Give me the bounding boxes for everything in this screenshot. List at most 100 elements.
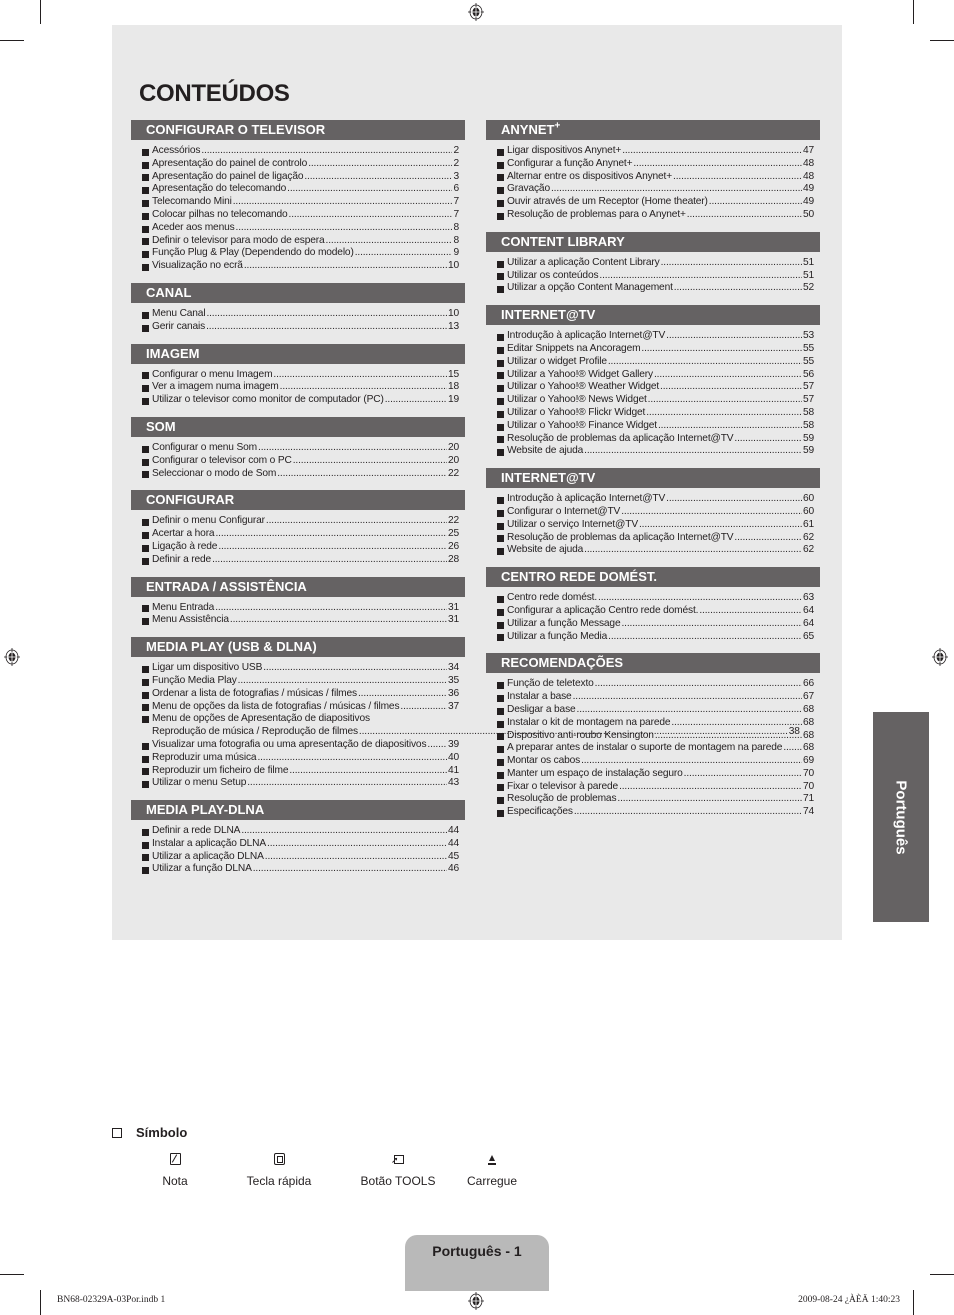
leader-dots bbox=[206, 321, 447, 334]
toc-entry-page: 65 bbox=[802, 630, 814, 642]
toc-entry[interactable]: Introdução à aplicação Internet@TV 53 bbox=[497, 330, 814, 343]
toc-entry-page: 6 bbox=[453, 183, 459, 195]
toc-entry[interactable]: Utilizar o Yahoo!® Flickr Widget 58 bbox=[497, 407, 814, 420]
toc-entry[interactable]: Ligação à rede 26 bbox=[142, 541, 459, 554]
toc-entry[interactable]: Definir o televisor para modo de espera 8 bbox=[142, 235, 459, 248]
toc-entry[interactable]: Visualização no ecrã 10 bbox=[142, 260, 459, 273]
toc-entry[interactable]: Resolução de problemas 71 bbox=[497, 793, 814, 806]
toc-entry[interactable]: Menu de opções da lista de fotografias /… bbox=[142, 701, 459, 714]
toc-entry[interactable]: Utilizar o serviço Internet@TV 61 bbox=[497, 519, 814, 532]
toc-entry[interactable]: Utilizar a aplicação DLNA 45 bbox=[142, 851, 459, 864]
toc-entry[interactable]: Seleccionar o modo de Som 22 bbox=[142, 468, 459, 481]
toc-entry[interactable]: Editar Snippets na Ancoragem 55 bbox=[497, 343, 814, 356]
toc-entry[interactable]: Utilizar o widget Profile 55 bbox=[497, 356, 814, 369]
leader-dots bbox=[622, 145, 802, 158]
toc-entry[interactable]: Ligar dispositivos Anynet+ 47 bbox=[497, 145, 814, 158]
toc-entry[interactable]: Resolução de problemas da aplicação Inte… bbox=[497, 532, 814, 545]
toc-entry[interactable]: Menu Assistência 31 bbox=[142, 614, 459, 627]
square-bullet-icon bbox=[142, 324, 149, 332]
toc-entry-label: Função Plug & Play (Dependendo do modelo… bbox=[152, 247, 354, 259]
toc-entry[interactable]: Centro rede domést. 63 bbox=[497, 592, 814, 605]
toc-entry[interactable]: Aceder aos menus 8 bbox=[142, 222, 459, 235]
toc-entry[interactable]: Ouvir através de um Receptor (Home theat… bbox=[497, 196, 814, 209]
toc-entry-page: 44 bbox=[447, 825, 459, 837]
toc-entry[interactable]: Reproduzir um ficheiro de filme 41 bbox=[142, 765, 459, 778]
symbol-label: Botão TOOLS bbox=[360, 1174, 436, 1188]
toc-entry[interactable]: Telecomando Mini 7 bbox=[142, 196, 459, 209]
toc-entry[interactable]: Utilizar o menu Setup 43 bbox=[142, 777, 459, 790]
toc-entry[interactable]: Função de teletexto 66 bbox=[497, 678, 814, 691]
toc-entry-page: 15 bbox=[447, 368, 459, 380]
toc-entry[interactable]: Função Media Play 35 bbox=[142, 675, 459, 688]
toc-entry[interactable]: Acessórios 2 bbox=[142, 145, 459, 158]
toc-entry[interactable]: Configurar o televisor com o PC 20 bbox=[142, 455, 459, 468]
toc-entry[interactable]: Ordenar a lista de fotografias / músicas… bbox=[142, 688, 459, 701]
toc-entry-page: 13 bbox=[447, 320, 459, 332]
toc-entry[interactable]: Dispositivo anti-roubo Kensington 68 bbox=[497, 730, 814, 743]
toc-entry[interactable]: Utilizar o Yahoo!® Weather Widget 57 bbox=[497, 381, 814, 394]
toc-entry[interactable]: Ver a imagem numa imagem 18 bbox=[142, 381, 459, 394]
toc-entry[interactable]: Introdução à aplicação Internet@TV 60 bbox=[497, 493, 814, 506]
toc-entry[interactable]: Apresentação do painel de ligação 3 bbox=[142, 171, 459, 184]
toc-entry[interactable]: Definir o menu Configurar 22 bbox=[142, 515, 459, 528]
symbol-label: Nota bbox=[162, 1174, 188, 1188]
toc-entry[interactable]: Apresentação do painel de controlo 2 bbox=[142, 158, 459, 171]
toc-entry[interactable]: Utilizar a função Media 65 bbox=[497, 631, 814, 644]
leader-dots bbox=[598, 592, 802, 605]
toc-entry[interactable]: Resolução de problemas para o Anynet+ 50 bbox=[497, 209, 814, 222]
toc-entry[interactable]: Utilizar o Yahoo!® Finance Widget 58 bbox=[497, 420, 814, 433]
toc-entry[interactable]: Configurar o menu Imagem 15 bbox=[142, 369, 459, 382]
toc-entry[interactable]: Configurar o menu Som 20 bbox=[142, 442, 459, 455]
toc-entry-page: 37 bbox=[447, 700, 459, 712]
toc-entry[interactable]: Utilizar a opção Content Management 52 bbox=[497, 282, 814, 295]
toc-entry-page: 64 bbox=[802, 604, 814, 616]
toc-entry[interactable]: Definir a rede 28 bbox=[142, 554, 459, 567]
toc-entry[interactable]: A preparar antes de instalar o suporte d… bbox=[497, 742, 814, 755]
toc-entry-label: Ligar um dispositivo USB bbox=[152, 662, 263, 674]
toc-entry[interactable]: Montar os cabos 69 bbox=[497, 755, 814, 768]
leader-dots bbox=[734, 433, 802, 446]
toc-entry[interactable]: Reproduzir uma música 40 bbox=[142, 752, 459, 765]
toc-entry[interactable]: Função Plug & Play (Dependendo do modelo… bbox=[142, 247, 459, 260]
square-bullet-icon bbox=[497, 385, 504, 393]
toc-entry[interactable]: Configurar a função Anynet+ 48 bbox=[497, 158, 814, 171]
toc-entry[interactable]: Utilizar o televisor como monitor de com… bbox=[142, 394, 459, 407]
toc-entry-label: Menu Entrada bbox=[152, 601, 215, 613]
toc-entry[interactable]: Definir a rede DLNA 44 bbox=[142, 825, 459, 838]
toc-entry[interactable]: Utilizar o Yahoo!® News Widget 57 bbox=[497, 394, 814, 407]
toc-entry-label: Função de teletexto bbox=[507, 678, 594, 690]
toc-entry[interactable]: Ligar um dispositivo USB 34 bbox=[142, 662, 459, 675]
toc-entry[interactable]: Especificações 74 bbox=[497, 806, 814, 819]
toc-entry[interactable]: Utilizar a Yahoo!® Widget Gallery 56 bbox=[497, 369, 814, 382]
toc-entry[interactable]: Desligar a base 68 bbox=[497, 704, 814, 717]
toc-entry[interactable]: Instalar a aplicação DLNA 44 bbox=[142, 838, 459, 851]
toc-entry[interactable]: Fixar o televisor à parede 70 bbox=[497, 781, 814, 794]
toc-entry[interactable]: Configurar o Internet@TV 60 bbox=[497, 506, 814, 519]
leader-dots bbox=[263, 662, 447, 675]
toc-entry[interactable]: Menu de opções de Apresentação de diapos… bbox=[142, 713, 800, 739]
toc-entry-page: 49 bbox=[802, 183, 814, 195]
toc-entry[interactable]: Acertar a hora 25 bbox=[142, 528, 459, 541]
square-bullet-icon bbox=[497, 333, 504, 341]
toc-entry[interactable]: Manter um espaço de instalação seguro 70 bbox=[497, 768, 814, 781]
toc-entry[interactable]: Configurar a aplicação Centro rede domés… bbox=[497, 605, 814, 618]
toc-entry[interactable]: Apresentação do telecomando 6 bbox=[142, 183, 459, 196]
toc-entry[interactable]: Website de ajuda 62 bbox=[497, 544, 814, 557]
toc-entry[interactable]: Resolução de problemas da aplicação Inte… bbox=[497, 433, 814, 446]
toc-entry[interactable]: Gerir canais 13 bbox=[142, 321, 459, 334]
toc-entry[interactable]: Gravação 49 bbox=[497, 183, 814, 196]
toc-entry-page: 69 bbox=[802, 755, 814, 767]
toc-entry[interactable]: Utilizar a aplicação Content Library 51 bbox=[497, 257, 814, 270]
toc-entry[interactable]: Website de ajuda 59 bbox=[497, 445, 814, 458]
toc-entry[interactable]: Instalar o kit de montagem na parede 68 bbox=[497, 717, 814, 730]
toc-entry[interactable]: Alternar entre os dispositivos Anynet+ 48 bbox=[497, 171, 814, 184]
toc-entry[interactable]: Utilizar os conteúdos 51 bbox=[497, 270, 814, 283]
toc-entry[interactable]: Utilizar a função DLNA 46 bbox=[142, 863, 459, 876]
toc-entry[interactable]: Instalar a base 67 bbox=[497, 691, 814, 704]
toc-entry[interactable]: Menu Canal 10 bbox=[142, 308, 459, 321]
section-heading: CENTRO REDE DOMÉST. bbox=[486, 567, 820, 588]
toc-entry[interactable]: Visualizar uma fotografia ou uma apresen… bbox=[142, 739, 459, 752]
toc-entry[interactable]: Utilizar a função Message 64 bbox=[497, 618, 814, 631]
toc-entry[interactable]: Menu Entrada 31 bbox=[142, 602, 459, 615]
toc-entry[interactable]: Colocar pilhas no telecomando 7 bbox=[142, 209, 459, 222]
